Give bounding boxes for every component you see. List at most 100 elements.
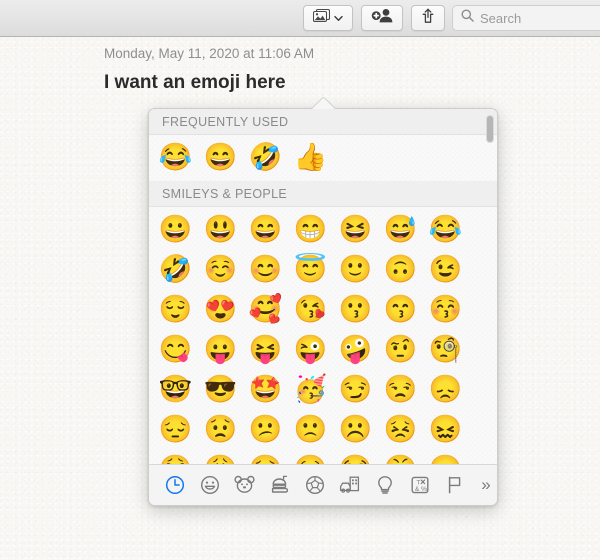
category-tab-activity[interactable] xyxy=(298,470,331,500)
emoji-button[interactable]: 🥰 xyxy=(243,290,288,328)
emoji-button[interactable]: 😙 xyxy=(378,290,423,328)
emoji-button[interactable]: ☺️ xyxy=(198,250,243,288)
emoji-button[interactable]: 🤩 xyxy=(243,370,288,408)
emoji-button[interactable]: 😭 xyxy=(333,450,378,464)
emoji-button[interactable]: 😂 xyxy=(423,210,468,248)
emoji-section-header-frequently-used: FREQUENTLY USED xyxy=(149,109,497,135)
emoji-button[interactable]: 😚 xyxy=(423,290,468,328)
emoji-button[interactable]: 😕 xyxy=(243,410,288,448)
emoji-row: 😋 😛 😝 😜 🤪 🤨 🧐 xyxy=(149,329,497,369)
emoji-grid-smileys-and-people: 😀 😃 😄 😁 😆 😅 😂 🤣 ☺️ 😊 😇 🙂 🙃 😉 😌 😍 🥰 😘 😗 😙 😚 😋 😛 😝 😜 🤪 🤨 🧐 🤓 😎 🤩 🥳 😏 😒 😞 😔 😟 😕 🙁… xyxy=(149,207,497,464)
emoji-grid-frequently-used: 😂 😄 🤣 👍 xyxy=(149,135,497,181)
photo-stack-icon xyxy=(312,8,331,28)
add-people-button[interactable] xyxy=(361,5,403,31)
emoji-button[interactable]: 😫 xyxy=(153,450,198,464)
clock-icon xyxy=(165,475,185,495)
emoji-button[interactable]: 😅 xyxy=(378,210,423,248)
emoji-button[interactable]: 🤣 xyxy=(243,138,288,176)
search-icon xyxy=(461,9,474,27)
category-overflow-button[interactable]: » xyxy=(475,475,497,495)
emoji-button[interactable]: 🤪 xyxy=(333,330,378,368)
flag-icon xyxy=(446,475,464,495)
emoji-button[interactable]: 😌 xyxy=(153,290,198,328)
emoji-button[interactable]: 😔 xyxy=(153,410,198,448)
category-tab-smileys-people[interactable] xyxy=(193,470,226,500)
emoji-button[interactable]: 😟 xyxy=(198,410,243,448)
lightbulb-icon xyxy=(376,475,394,495)
burger-icon xyxy=(270,475,290,495)
search-input[interactable]: Search xyxy=(452,5,600,31)
emoji-button[interactable]: 😃 xyxy=(198,210,243,248)
emoji-button[interactable]: 😤 xyxy=(378,450,423,464)
emoji-row: 😫😩🥺😢😭😤😠 xyxy=(149,449,497,464)
emoji-button[interactable]: 😎 xyxy=(198,370,243,408)
bear-icon xyxy=(234,475,255,495)
emoji-button[interactable]: 😆 xyxy=(333,210,378,248)
emoji-button[interactable]: 😁 xyxy=(288,210,333,248)
emoji-button[interactable]: 😂 xyxy=(153,138,198,176)
emoji-button[interactable]: 😝 xyxy=(243,330,288,368)
emoji-button[interactable]: 😀 xyxy=(153,210,198,248)
emoji-button[interactable]: 😣 xyxy=(378,410,423,448)
emoji-button[interactable]: 😛 xyxy=(198,330,243,368)
symbols-icon: T & % xyxy=(410,475,430,495)
emoji-scrollbar-thumb[interactable] xyxy=(486,115,494,143)
emoji-scroll-area[interactable]: FREQUENTLY USED 😂 😄 🤣 👍 SMILEYS & PEOPLE 😀 😃 😄 😁 😆… xyxy=(149,109,497,464)
popover-arrow xyxy=(310,95,336,109)
window-toolbar: Search xyxy=(0,0,600,37)
emoji-button[interactable]: 😊 xyxy=(243,250,288,288)
category-tab-objects[interactable] xyxy=(368,470,401,500)
add-person-icon xyxy=(371,8,394,28)
emoji-button[interactable]: 😇 xyxy=(288,250,333,288)
emoji-row: 😀 😃 😄 😁 😆 😅 😂 xyxy=(149,209,497,249)
emoji-button[interactable]: 🙃 xyxy=(378,250,423,288)
emoji-scrollbar-track[interactable] xyxy=(485,113,494,460)
emoji-button[interactable]: 😘 xyxy=(288,290,333,328)
emoji-row: 😌 😍 🥰 😘 😗 😙 😚 xyxy=(149,289,497,329)
emoji-button[interactable]: 🥺 xyxy=(243,450,288,464)
emoji-button[interactable]: 🧐 xyxy=(423,330,468,368)
emoji-button[interactable]: 👍 xyxy=(288,138,333,176)
emoji-button[interactable]: 😍 xyxy=(198,290,243,328)
emoji-button[interactable]: 😏 xyxy=(333,370,378,408)
emoji-button[interactable]: 😄 xyxy=(198,138,243,176)
search-placeholder: Search xyxy=(480,10,522,26)
share-button[interactable] xyxy=(411,5,445,31)
category-tab-frequently-used[interactable] xyxy=(158,470,191,500)
emoji-button[interactable]: 😒 xyxy=(378,370,423,408)
emoji-button[interactable]: 🤨 xyxy=(378,330,423,368)
emoji-button[interactable]: 😜 xyxy=(288,330,333,368)
emoji-button[interactable]: 😢 xyxy=(288,450,333,464)
svg-text:&: & xyxy=(414,486,419,493)
emoji-button[interactable]: 🙁 xyxy=(288,410,333,448)
share-icon xyxy=(421,8,435,29)
emoji-button[interactable]: 😉 xyxy=(423,250,468,288)
emoji-button[interactable]: ☹️ xyxy=(333,410,378,448)
emoji-button[interactable]: 😄 xyxy=(243,210,288,248)
emoji-section-header-smileys-and-people: SMILEYS & PEOPLE xyxy=(149,181,497,207)
insert-media-button[interactable] xyxy=(303,5,353,31)
emoji-button[interactable]: 🤓 xyxy=(153,370,198,408)
category-tab-flags[interactable] xyxy=(438,470,471,500)
emoji-button[interactable]: 😞 xyxy=(423,370,468,408)
emoji-row: 🤣 ☺️ 😊 😇 🙂 🙃 😉 xyxy=(149,249,497,289)
category-tab-travel-places[interactable] xyxy=(333,470,366,500)
category-tab-food-drink[interactable] xyxy=(263,470,296,500)
emoji-button[interactable]: 😖 xyxy=(423,410,468,448)
category-tab-animals-nature[interactable] xyxy=(228,470,261,500)
chevron-down-icon xyxy=(334,9,343,27)
emoji-button[interactable]: 🤣 xyxy=(153,250,198,288)
category-tab-symbols[interactable]: T & % xyxy=(403,470,436,500)
emoji-button[interactable]: 😠 xyxy=(423,450,468,464)
note-timestamp: Monday, May 11, 2020 at 11:06 AM xyxy=(104,46,315,61)
soccer-ball-icon xyxy=(305,475,325,495)
emoji-button[interactable]: 🥳 xyxy=(288,370,333,408)
smiley-icon xyxy=(200,475,220,495)
car-building-icon xyxy=(339,475,361,495)
emoji-button[interactable]: 😗 xyxy=(333,290,378,328)
emoji-button[interactable]: 😩 xyxy=(198,450,243,464)
emoji-button[interactable]: 😋 xyxy=(153,330,198,368)
emoji-button[interactable]: 🙂 xyxy=(333,250,378,288)
emoji-row: 😔 😟 😕 🙁 ☹️ 😣 😖 xyxy=(149,409,497,449)
emoji-row: 😂 😄 🤣 👍 xyxy=(149,137,497,177)
